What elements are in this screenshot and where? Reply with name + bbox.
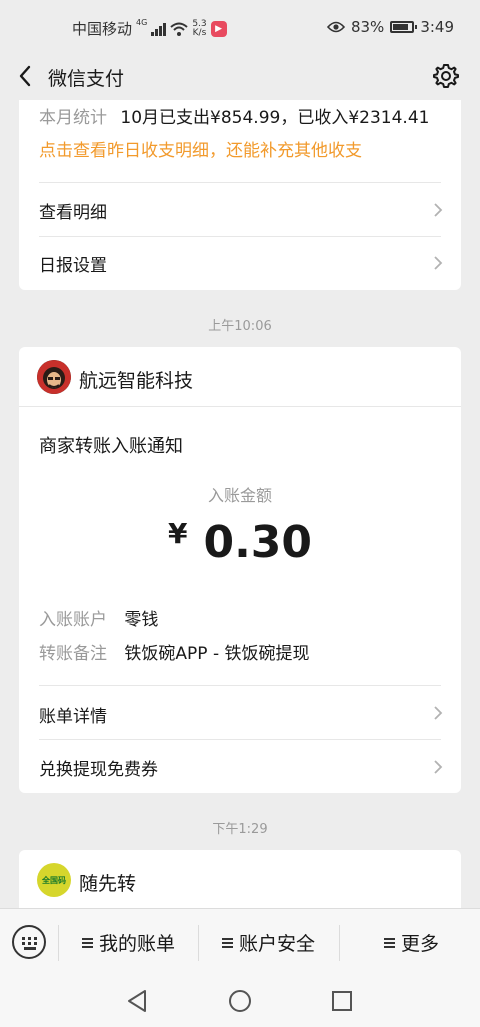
speed-unit: K/s [192, 27, 207, 38]
summary-card: 本月统计 10月已支出¥854.99，已收入¥2314.41 点击查看昨日收支明… [19, 100, 461, 290]
divider [58, 925, 59, 961]
battery-icon [390, 21, 418, 33]
menu-account-security[interactable]: 账户安全 [222, 929, 315, 956]
divider [39, 182, 441, 183]
menu-label: 我的账单 [99, 933, 176, 955]
chevron-right-icon [434, 256, 443, 270]
menu-icon [222, 937, 233, 948]
transfer-notice-card: 航远智能科技 商家转账入账通知 入账金额 ¥0.30 入账账户 零钱 转账备注 … [19, 347, 461, 793]
wifi-icon [170, 22, 188, 36]
menu-icon [384, 937, 395, 948]
chevron-right-icon [434, 706, 443, 720]
network-speed: 5.3 K/s [192, 19, 207, 38]
menu-label: 更多 [401, 933, 440, 955]
status-right: 83% 3:49 [326, 18, 454, 36]
menu-label: 账户安全 [239, 933, 316, 955]
divider [19, 406, 461, 407]
network-type: 4G [136, 18, 148, 27]
summary-hint-link[interactable]: 点击查看昨日收支明细，还能补充其他收支 [39, 136, 441, 161]
eye-icon [326, 21, 345, 33]
message-time: 下午1:29 [212, 822, 268, 837]
monthly-stats-label: 本月统计 [39, 108, 107, 128]
character-icon [37, 360, 71, 394]
menu-more[interactable]: 更多 [384, 929, 439, 956]
notice-title: 商家转账入账通知 [39, 436, 183, 457]
divider [339, 925, 340, 961]
field-label: 转账备注 [39, 644, 107, 664]
chevron-right-icon [434, 760, 443, 774]
account-field: 入账账户 零钱 [39, 605, 441, 630]
field-value: 铁饭碗APP - 铁饭碗提现 [124, 644, 310, 664]
redeem-coupon-item[interactable]: 兑换提现免费券 [39, 755, 441, 780]
amount-label: 入账金额 [207, 486, 272, 505]
battery-fill [393, 24, 409, 30]
merchant-avatar[interactable] [37, 360, 71, 394]
system-nav-bar [0, 976, 480, 1027]
clock: 3:49 [420, 18, 454, 36]
avatar-logo-text: 全国码 [42, 875, 66, 885]
divider [39, 236, 441, 237]
divider [39, 685, 441, 686]
status-left: 中国移动 4G 5.3 K/s ▶ [72, 18, 227, 39]
divider [39, 739, 441, 740]
merchant-name[interactable]: 随先转 [79, 869, 136, 896]
field-value: 零钱 [124, 610, 159, 630]
status-bar: 中国移动 4G 5.3 K/s ▶ 83% 3:49 [0, 0, 480, 52]
keyboard-icon[interactable] [12, 925, 46, 959]
view-details-item[interactable]: 查看明细 [39, 198, 441, 223]
monthly-stats-row: 本月统计 10月已支出¥854.99，已收入¥2314.41 [39, 103, 441, 128]
currency-symbol: ¥ [167, 517, 188, 550]
amount-display: ¥0.30 [19, 517, 461, 568]
signal-icon [151, 22, 167, 36]
gear-icon[interactable] [432, 62, 460, 90]
merchant-name[interactable]: 航远智能科技 [79, 366, 193, 393]
back-triangle-icon[interactable] [126, 989, 148, 1013]
menu-icon [82, 937, 93, 948]
amount-value: 0.30 [203, 517, 313, 568]
chevron-right-icon [434, 203, 443, 217]
menu-my-bills[interactable]: 我的账单 [82, 929, 175, 956]
monthly-stats-value: 10月已支出¥854.99，已收入¥2314.41 [120, 108, 430, 128]
divider [198, 925, 199, 961]
daily-report-settings-item[interactable]: 日报设置 [39, 251, 441, 276]
field-label: 入账账户 [39, 610, 107, 630]
bottom-menu: 我的账单 账户安全 更多 [0, 908, 480, 976]
app-notification-icon: ▶ [210, 20, 227, 37]
remark-field: 转账备注 铁饭碗APP - 铁饭碗提现 [39, 639, 441, 664]
bill-details-item[interactable]: 账单详情 [39, 702, 441, 727]
message-time: 上午10:06 [208, 319, 272, 334]
merchant-avatar[interactable]: 全国码 [37, 863, 71, 897]
chevron-left-icon[interactable] [14, 62, 38, 90]
nav-bar: 微信支付 [0, 52, 480, 100]
home-circle-icon[interactable] [228, 989, 252, 1013]
recent-apps-icon[interactable] [331, 990, 353, 1012]
page-title: 微信支付 [48, 68, 125, 90]
battery-percent: 83% [350, 18, 385, 36]
carrier-name: 中国移动 [72, 20, 133, 38]
